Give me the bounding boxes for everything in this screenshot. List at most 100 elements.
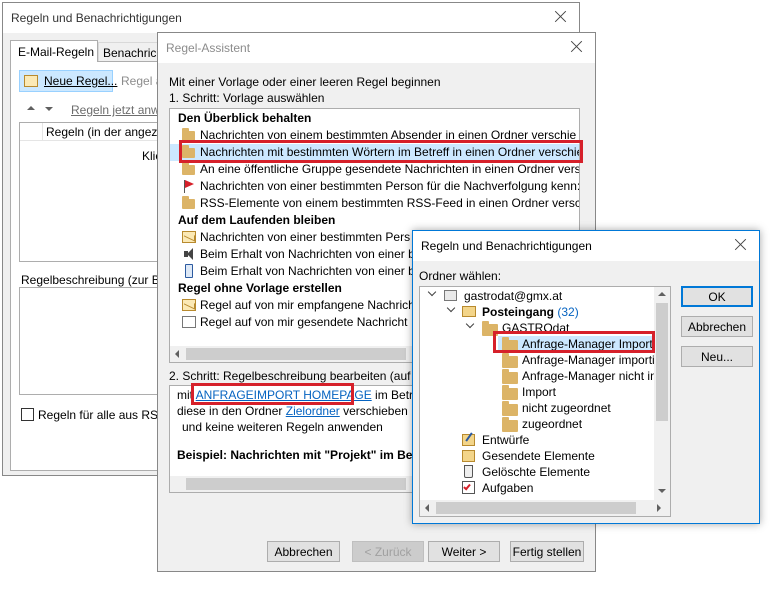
- template-item[interactable]: RSS-Elemente von einem bestimmten RSS-Fe…: [170, 195, 579, 212]
- move-up-icon[interactable]: [27, 106, 35, 110]
- rules-list[interactable]: Regeln (in der angezei Klic: [19, 122, 170, 262]
- scroll-up-icon[interactable]: [658, 292, 666, 296]
- folder-icon: [502, 401, 518, 416]
- close-icon[interactable]: [551, 7, 571, 27]
- column-header-rules[interactable]: Regeln (in der angezei: [46, 125, 167, 139]
- ok-button[interactable]: OK: [681, 286, 753, 307]
- template-item-label: Nachrichten mit bestimmten Wörtern im Be…: [200, 145, 579, 159]
- folder-tree[interactable]: gastrodat@gmx.at Posteingang (32) GASTRO…: [419, 286, 671, 517]
- scrollbar-thumb[interactable]: [186, 478, 406, 490]
- tree-item-sent[interactable]: Gesendete Elemente: [460, 448, 652, 464]
- folder-cancel-button[interactable]: Abbrechen: [681, 316, 753, 337]
- folder-icon: [502, 417, 518, 432]
- template-item-label: Beim Erhalt von Nachrichten von einer b: [200, 264, 415, 278]
- folder-picker-dialog: Regeln und Benachrichtigungen Ordner wäh…: [412, 230, 760, 524]
- new-rule-button[interactable]: Neue Regel...: [19, 70, 117, 92]
- wizard-finish-button[interactable]: Fertig stellen: [510, 541, 584, 562]
- template-item-label: An eine öffentliche Gruppe gesendete Nac…: [200, 162, 579, 176]
- chevron-down-icon[interactable]: [446, 303, 456, 313]
- vertical-scrollbar[interactable]: [654, 287, 670, 500]
- tree-item-label: Entwürfe: [482, 433, 530, 447]
- folder-icon: [502, 353, 518, 368]
- template-item-label: Regel auf von mir gesendete Nachricht: [200, 315, 408, 329]
- chevron-down-icon[interactable]: [465, 319, 475, 329]
- close-icon[interactable]: [731, 235, 751, 255]
- desc-prefix: mit: [177, 388, 196, 402]
- tab-email-rules[interactable]: E-Mail-Regeln: [10, 40, 98, 62]
- tree-item-label: Gelöschte Elemente: [482, 465, 591, 479]
- envelope-icon: [182, 231, 196, 243]
- tab-email-rules-label: E-Mail-Regeln: [18, 45, 95, 59]
- tree-item-mailbox[interactable]: gastrodat@gmx.at: [420, 287, 652, 304]
- subject-words-link[interactable]: ANFRAGEIMPORT HOMEPAGE: [196, 388, 372, 402]
- sent-icon: [462, 450, 475, 462]
- rss-checkbox-label: Regeln für alle aus RSS-: [38, 408, 171, 422]
- scrollbar-thumb[interactable]: [436, 502, 636, 514]
- new-folder-button[interactable]: Neu...: [681, 346, 753, 367]
- chevron-down-icon[interactable]: [427, 287, 437, 297]
- column-divider: [42, 123, 43, 141]
- move-to-folder-icon: [182, 162, 196, 175]
- tree-item-inbox[interactable]: Posteingang (32): [420, 303, 652, 320]
- tree-item[interactable]: nicht zugeordnet: [498, 400, 652, 416]
- tree-item-deleted[interactable]: Gelöschte Elemente: [460, 464, 652, 480]
- folder-icon: [502, 337, 518, 352]
- tree-item-selected[interactable]: Anfrage-Manager Import: [498, 336, 653, 352]
- rss-checkbox[interactable]: [21, 408, 34, 421]
- inbox-icon: [462, 306, 476, 317]
- tree-item-label: gastrodat@gmx.at: [464, 289, 563, 303]
- example-text: Beispiel: Nachrichten mit "Projekt" im B…: [177, 448, 436, 462]
- target-folder-link[interactable]: Zielordner: [286, 404, 340, 418]
- template-item[interactable]: An eine öffentliche Gruppe gesendete Nac…: [170, 161, 579, 178]
- envelope-icon: [182, 316, 196, 328]
- scrollbar-thumb[interactable]: [186, 348, 406, 360]
- scroll-left-icon[interactable]: [175, 350, 179, 358]
- tree-item[interactable]: Anfrage-Manager importi: [498, 352, 655, 368]
- tree-item-label: Anfrage-Manager Import: [522, 337, 653, 351]
- wizard-intro: Mit einer Vorlage oder einer leeren Rege…: [169, 75, 441, 89]
- wizard-next-button[interactable]: Weiter >: [428, 541, 500, 562]
- step1-label: 1. Schritt: Vorlage auswählen: [169, 91, 325, 105]
- folder-icon: [502, 385, 518, 400]
- tree-item-drafts[interactable]: Entwürfe: [460, 432, 652, 448]
- move-to-folder-icon: [182, 196, 196, 209]
- scroll-left-icon[interactable]: [425, 504, 429, 512]
- wizard-title: Regel-Assistent: [166, 41, 251, 55]
- tree-item[interactable]: Import: [498, 384, 652, 400]
- template-item[interactable]: Nachrichten von einem bestimmten Absende…: [170, 127, 579, 144]
- desc-line2-suffix: verschieben: [339, 404, 408, 418]
- group-title: Regel ohne Vorlage erstellen: [178, 281, 342, 295]
- wizard-back-button[interactable]: < Zurück: [352, 541, 424, 562]
- folder-icon: [502, 369, 518, 384]
- tree-item[interactable]: Anfrage-Manager nicht in: [498, 368, 657, 384]
- move-down-icon[interactable]: [45, 107, 53, 111]
- desc-line2-prefix: diese in den Ordner: [177, 404, 286, 418]
- tab-panel: Neue Regel... Regel ä Regeln jetzt anwe …: [10, 61, 170, 471]
- template-item-label: Nachrichten von einer bestimmten Pers: [200, 230, 411, 244]
- scrollbar-thumb[interactable]: [656, 303, 668, 421]
- trash-icon: [464, 465, 473, 478]
- scroll-down-icon[interactable]: [658, 489, 666, 493]
- tree-item-gastrodat[interactable]: GASTROdat: [420, 319, 652, 336]
- phone-icon: [182, 264, 196, 278]
- scroll-right-icon[interactable]: [657, 504, 661, 512]
- new-rule-label: Neue Regel...: [44, 74, 118, 88]
- tree-item-label: nicht zugeordnet: [522, 401, 611, 415]
- tree-item[interactable]: zugeordnet: [498, 416, 652, 432]
- tree-item-tasks[interactable]: Aufgaben: [460, 480, 652, 496]
- wizard-cancel-button[interactable]: Abbrechen: [267, 541, 340, 562]
- flag-icon: [182, 180, 196, 193]
- template-item[interactable]: Nachrichten von einer bestimmten Person …: [170, 178, 579, 195]
- tree-item-label: Aufgaben: [482, 481, 534, 495]
- desc-line-2: diese in den Ordner Zielordner verschieb…: [177, 404, 408, 418]
- unread-count: (32): [557, 305, 579, 319]
- folder-icon: [482, 321, 498, 336]
- tree-item-label: Anfrage-Manager nicht in: [522, 369, 657, 383]
- close-icon[interactable]: [567, 37, 587, 57]
- move-to-folder-icon: [182, 128, 196, 141]
- run-rules-button[interactable]: Regeln jetzt anwe: [71, 103, 166, 117]
- template-item-selected[interactable]: Nachrichten mit bestimmten Wörtern im Be…: [170, 144, 579, 161]
- choose-folder-label: Ordner wählen:: [419, 269, 502, 283]
- horizontal-scrollbar[interactable]: [420, 500, 670, 516]
- folder-dialog-title: Regeln und Benachrichtigungen: [421, 239, 592, 253]
